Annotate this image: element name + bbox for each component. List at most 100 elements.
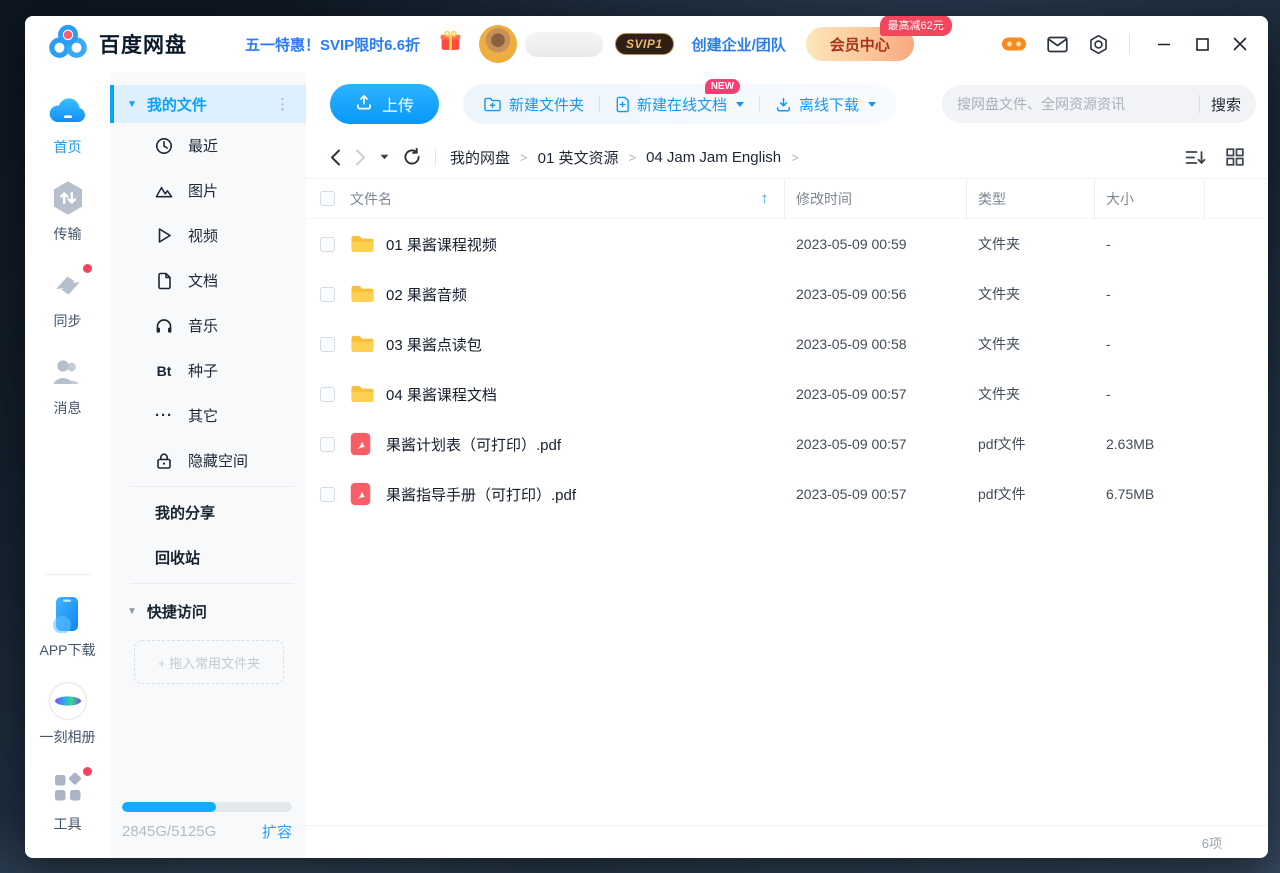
nav-tools[interactable]: 工具	[47, 769, 89, 834]
sidebar-divider	[130, 583, 294, 584]
photo-album-lens-icon	[47, 682, 89, 720]
sync-notification-dot	[83, 264, 92, 273]
select-all-checkbox[interactable]	[320, 191, 335, 206]
table-row[interactable]: 果酱计划表（可打印）.pdf 2023-05-09 00:57 pdf文件 2.…	[306, 419, 1268, 469]
table-row[interactable]: 02 果酱音频 2023-05-09 00:56 文件夹 -	[306, 269, 1268, 319]
sidebar-item-hidden-space[interactable]: 隐藏空间	[110, 438, 306, 483]
upload-label: 上传	[382, 92, 414, 116]
file-modified: 2023-05-09 00:57	[784, 436, 966, 452]
game-center-icon[interactable]	[1001, 33, 1027, 55]
mail-icon[interactable]	[1047, 36, 1068, 53]
column-header-name[interactable]: 文件名	[350, 189, 392, 209]
table-row[interactable]: 果酱指导手册（可打印）.pdf 2023-05-09 00:57 pdf文件 6…	[306, 469, 1268, 519]
sidebar-item-pictures[interactable]: 图片	[110, 168, 306, 213]
breadcrumb-item-current[interactable]: 04 Jam Jam English	[646, 149, 781, 166]
sidebar-item-music[interactable]: 音乐	[110, 303, 306, 348]
upload-button[interactable]: 上传	[330, 84, 439, 124]
home-cloud-icon	[47, 92, 89, 130]
row-checkbox[interactable]	[320, 437, 335, 452]
row-checkbox[interactable]	[320, 387, 335, 402]
download-icon	[778, 98, 790, 110]
nav-transfer-label: 传输	[54, 224, 82, 244]
search-input[interactable]	[957, 96, 1188, 112]
refresh-icon[interactable]	[403, 148, 421, 166]
lock-icon	[155, 452, 173, 470]
nav-messages[interactable]: 消息	[47, 353, 89, 418]
nav-home[interactable]: 首页	[47, 92, 89, 157]
sidebar-item-my-files[interactable]: ▼ 我的文件 ⋮	[110, 85, 306, 123]
file-name[interactable]: 果酱指导手册（可打印）.pdf	[376, 484, 784, 505]
gift-icon[interactable]	[438, 29, 463, 59]
sidebar-item-recent[interactable]: 最近	[110, 123, 306, 168]
nav-photos[interactable]: 一刻相册	[40, 682, 96, 747]
file-name[interactable]: 04 果酱课程文档	[376, 384, 784, 405]
sidebar-item-videos[interactable]: 视频	[110, 213, 306, 258]
avatar[interactable]	[479, 25, 517, 63]
column-header-size[interactable]: 大小	[1094, 179, 1204, 219]
expand-storage-link[interactable]: 扩容	[262, 821, 292, 842]
file-type: pdf文件	[966, 434, 1094, 454]
search-button[interactable]: 搜索	[1211, 94, 1241, 115]
row-checkbox[interactable]	[320, 487, 335, 502]
sidebar-item-recycle-bin[interactable]: 回收站	[110, 535, 306, 580]
grid-view-icon[interactable]	[1226, 148, 1244, 166]
file-name[interactable]: 果酱计划表（可打印）.pdf	[376, 434, 784, 455]
file-name[interactable]: 01 果酱课程视频	[376, 234, 784, 255]
storage-progress-track	[122, 802, 292, 812]
pin-folder-dropzone[interactable]: + 拖入常用文件夹	[134, 640, 284, 684]
sidebar-item-others[interactable]: ··· 其它	[110, 393, 306, 438]
table-row[interactable]: 03 果酱点读包 2023-05-09 00:58 文件夹 -	[306, 319, 1268, 369]
main-nav-rail: 首页 传输	[25, 72, 110, 858]
offline-download-button[interactable]: 离线下载	[775, 94, 876, 115]
file-size: -	[1094, 336, 1204, 352]
breadcrumb-item-root[interactable]: 我的网盘	[450, 147, 510, 168]
sidebar-item-my-shares[interactable]: 我的分享	[110, 490, 306, 535]
vip-center-label: 会员中心	[830, 37, 890, 54]
row-checkbox[interactable]	[320, 287, 335, 302]
new-online-doc-button[interactable]: 新建在线文档 NEW	[615, 94, 744, 115]
breadcrumb-item[interactable]: 01 英文资源	[538, 147, 619, 168]
sort-ascending-icon[interactable]: ↑	[761, 190, 769, 207]
close-button[interactable]	[1228, 32, 1252, 56]
folder-icon	[350, 284, 376, 304]
headphones-icon	[155, 317, 173, 334]
main-content: 上传 新建文件夹 新建在线文档 NEW	[306, 72, 1268, 858]
file-name[interactable]: 03 果酱点读包	[376, 334, 784, 355]
sidebar-item-documents[interactable]: 文档	[110, 258, 306, 303]
svip-level-badge[interactable]: SVIP1	[615, 33, 674, 55]
file-type: 文件夹	[966, 234, 1094, 254]
new-folder-button[interactable]: 新建文件夹	[483, 94, 584, 115]
row-checkbox[interactable]	[320, 237, 335, 252]
forward-button[interactable]	[355, 149, 366, 166]
settings-gear-icon[interactable]	[1088, 34, 1109, 55]
svip-promo-link[interactable]: 五一特惠！SVIP限时6.6折	[245, 34, 420, 55]
table-row[interactable]: 01 果酱课程视频 2023-05-09 00:59 文件夹 -	[306, 219, 1268, 269]
maximize-button[interactable]	[1190, 32, 1214, 56]
file-name[interactable]: 02 果酱音频	[376, 284, 784, 305]
row-checkbox[interactable]	[320, 337, 335, 352]
action-toolbar: 上传 新建文件夹 新建在线文档 NEW	[306, 72, 1268, 136]
sidebar-item-torrents[interactable]: Bt 种子	[110, 348, 306, 393]
search-box[interactable]: 搜索	[942, 85, 1256, 123]
username-blurred[interactable]	[525, 32, 603, 57]
nav-app-download[interactable]: APP下载	[39, 595, 95, 660]
dropdown-caret-icon	[868, 102, 876, 107]
nav-transfer[interactable]: 传输	[47, 179, 89, 244]
sidebar-item-quick-access[interactable]: ▼ 快捷访问	[110, 587, 306, 635]
column-header-type[interactable]: 类型	[966, 179, 1094, 219]
sidebar-item-label: 最近	[188, 135, 218, 156]
sort-order-icon[interactable]	[1185, 149, 1206, 166]
minimize-button[interactable]	[1152, 32, 1176, 56]
table-row[interactable]: 04 果酱课程文档 2023-05-09 00:57 文件夹 -	[306, 369, 1268, 419]
file-size: -	[1094, 286, 1204, 302]
history-dropdown-icon[interactable]	[380, 154, 389, 160]
messages-people-icon	[47, 353, 89, 391]
back-button[interactable]	[330, 149, 341, 166]
column-header-modified[interactable]: 修改时间	[784, 179, 966, 219]
picture-icon	[155, 183, 173, 199]
create-team-link[interactable]: 创建企业/团队	[692, 34, 786, 55]
kebab-menu-icon[interactable]: ⋮	[275, 95, 290, 113]
vip-center-button[interactable]: 会员中心 最高减62元	[806, 27, 914, 61]
nav-sync[interactable]: 同步	[47, 266, 89, 331]
rail-divider	[45, 574, 91, 575]
